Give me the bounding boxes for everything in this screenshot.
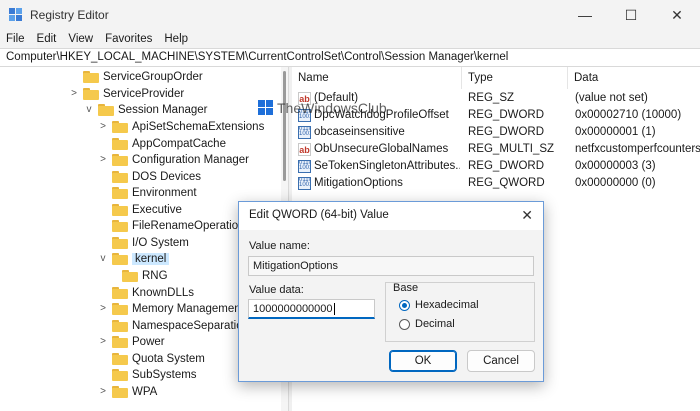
tree-item-power[interactable]: > Power	[100, 333, 165, 350]
hexadecimal-radio[interactable]: Hexadecimal	[399, 299, 479, 311]
folder-icon	[83, 87, 99, 100]
tree-item-knowndlls[interactable]: KnownDLLs	[112, 284, 194, 301]
chevron-right-icon[interactable]: >	[98, 336, 108, 347]
binary-value-icon: 01101001	[298, 160, 311, 173]
value-row[interactable]: 01101001 MitigationOptions REG_QWORD 0x0…	[292, 175, 700, 192]
tree-scrollbar-thumb[interactable]	[283, 71, 286, 181]
tree-item-quota-system[interactable]: Quota System	[112, 350, 205, 367]
radio-checked-icon	[399, 299, 410, 311]
folder-icon	[83, 70, 99, 83]
folder-icon	[112, 153, 128, 166]
menu-help[interactable]: Help	[158, 33, 194, 45]
tree-item-dos-devices[interactable]: DOS Devices	[112, 168, 201, 185]
folder-icon	[122, 269, 138, 282]
tree-item-memory-management[interactable]: > Memory Management	[100, 300, 244, 317]
minimize-button[interactable]: —	[562, 0, 608, 30]
value-row[interactable]: 01101001 obcaseinsensitive REG_DWORD 0x0…	[292, 124, 700, 141]
tree-item-kernel[interactable]: v kernel	[101, 250, 170, 267]
column-header-data[interactable]: Data	[568, 67, 700, 89]
menu-favorites[interactable]: Favorites	[99, 33, 158, 45]
tree-item-apisetschemaextensions[interactable]: > ApiSetSchemaExtensions	[100, 118, 264, 135]
string-value-icon: ab	[298, 143, 311, 156]
base-label: Base	[393, 282, 419, 294]
cancel-button[interactable]: Cancel	[467, 350, 535, 372]
chevron-right-icon[interactable]: >	[98, 303, 108, 314]
dialog-title-bar: Edit QWORD (64-bit) Value ✕	[239, 202, 543, 230]
chevron-right-icon[interactable]: >	[98, 121, 108, 132]
tree-item-environment[interactable]: Environment	[112, 184, 197, 201]
chevron-right-icon[interactable]: >	[69, 88, 79, 99]
tree-item-rng[interactable]: RNG	[122, 267, 168, 284]
ok-button[interactable]: OK	[389, 350, 457, 372]
folder-icon	[112, 286, 128, 299]
folder-icon	[112, 170, 128, 183]
folder-icon	[112, 137, 128, 150]
folder-icon	[112, 302, 128, 315]
dialog-close-icon[interactable]: ✕	[521, 207, 533, 224]
folder-icon	[112, 385, 128, 398]
binary-value-icon: 01101001	[298, 177, 311, 190]
folder-icon	[98, 103, 114, 116]
tree-item-appcompatcache[interactable]: AppCompatCache	[112, 135, 226, 152]
watermark-text: TheWindowsClub	[277, 100, 387, 116]
binary-value-icon: 01101001	[298, 126, 311, 139]
column-header-name[interactable]: Name	[292, 67, 462, 89]
registry-editor-icon	[9, 8, 23, 22]
tree-item-servicegrouporder[interactable]: ServiceGroupOrder	[83, 68, 203, 85]
folder-icon	[112, 252, 128, 265]
value-data-label: Value data:	[249, 284, 304, 296]
window-title: Registry Editor	[30, 8, 109, 22]
folder-icon	[112, 203, 128, 216]
chevron-down-icon[interactable]: v	[84, 104, 94, 115]
folder-icon	[112, 219, 128, 232]
decimal-radio[interactable]: Decimal	[399, 318, 455, 330]
maximize-button[interactable]: ☐	[608, 0, 654, 30]
edit-qword-dialog: Edit QWORD (64-bit) Value ✕ Value name: …	[238, 201, 544, 382]
tree-item-configuration-manager[interactable]: > Configuration Manager	[100, 151, 249, 168]
watermark: TheWindowsClub	[258, 100, 387, 116]
folder-icon	[112, 186, 128, 199]
tree-item-serviceprovider[interactable]: > ServiceProvider	[71, 85, 184, 102]
folder-icon	[112, 368, 128, 381]
tree-item-wpa[interactable]: > WPA	[100, 383, 157, 400]
tree-item-executive[interactable]: Executive	[112, 201, 182, 218]
folder-icon	[112, 120, 128, 133]
chevron-right-icon[interactable]: >	[98, 386, 108, 397]
tree-item-namespaceseparation[interactable]: NamespaceSeparation	[112, 317, 249, 334]
tree-item-filerenameoperations[interactable]: FileRenameOperations	[112, 217, 250, 234]
value-name-label: Value name:	[249, 240, 310, 252]
title-bar: Registry Editor — ☐ ✕	[0, 0, 700, 30]
menu-file[interactable]: File	[0, 33, 31, 45]
menu-bar: File Edit View Favorites Help	[0, 30, 700, 48]
tree-item-session-manager[interactable]: v Session Manager	[87, 101, 208, 118]
dialog-title: Edit QWORD (64-bit) Value	[249, 209, 389, 221]
chevron-down-icon[interactable]: v	[98, 253, 108, 264]
value-data-field[interactable]: 1000000000000	[248, 299, 375, 319]
windows-logo-icon	[258, 100, 274, 116]
folder-icon	[112, 319, 128, 332]
value-row[interactable]: ab ObUnsecureGlobalNames REG_MULTI_SZ ne…	[292, 141, 700, 158]
menu-view[interactable]: View	[62, 33, 99, 45]
text-caret	[333, 303, 335, 316]
tree-item-io-system[interactable]: I/O System	[112, 234, 189, 251]
folder-icon	[112, 352, 128, 365]
folder-icon	[112, 236, 128, 249]
value-name-field[interactable]: MitigationOptions	[248, 256, 534, 276]
value-data-text: 1000000000000	[253, 303, 333, 315]
folder-icon	[112, 335, 128, 348]
tree-item-subsystems[interactable]: SubSystems	[112, 366, 197, 383]
address-bar[interactable]: Computer\HKEY_LOCAL_MACHINE\SYSTEM\Curre…	[0, 48, 700, 67]
radio-unchecked-icon	[399, 318, 410, 330]
menu-edit[interactable]: Edit	[31, 33, 63, 45]
value-row[interactable]: 01101001 SeTokenSingletonAttributes... R…	[292, 158, 700, 175]
column-header-type[interactable]: Type	[462, 67, 568, 89]
chevron-right-icon[interactable]: >	[98, 154, 108, 165]
close-button[interactable]: ✕	[654, 0, 700, 30]
